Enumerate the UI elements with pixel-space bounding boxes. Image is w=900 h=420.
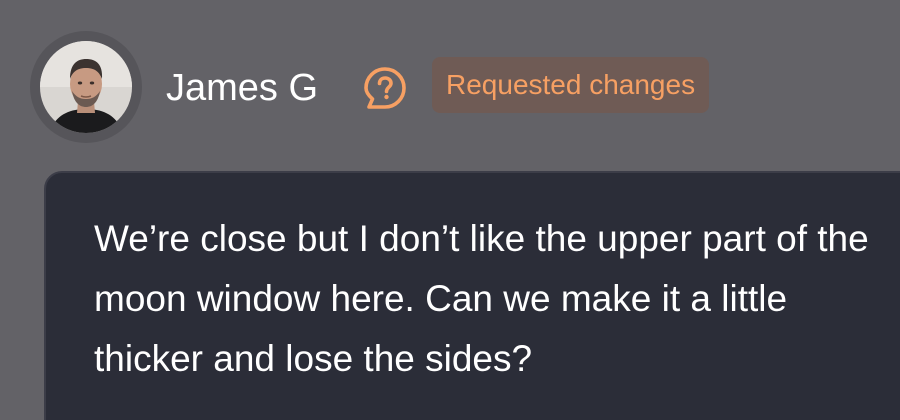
avatar-photo-icon — [40, 41, 132, 133]
comment-body: We’re close but I don’t like the upper p… — [94, 218, 869, 379]
avatar-ring — [30, 31, 142, 143]
status-badge: Requested changes — [432, 57, 710, 113]
avatar[interactable] — [40, 41, 132, 133]
comment-thread-item: James G Requested changes We’re close bu… — [0, 0, 900, 420]
comment-card: We’re close but I don’t like the upper p… — [44, 171, 900, 420]
question-chat-bubble-icon — [361, 64, 409, 112]
author-name[interactable]: James G — [166, 64, 318, 112]
